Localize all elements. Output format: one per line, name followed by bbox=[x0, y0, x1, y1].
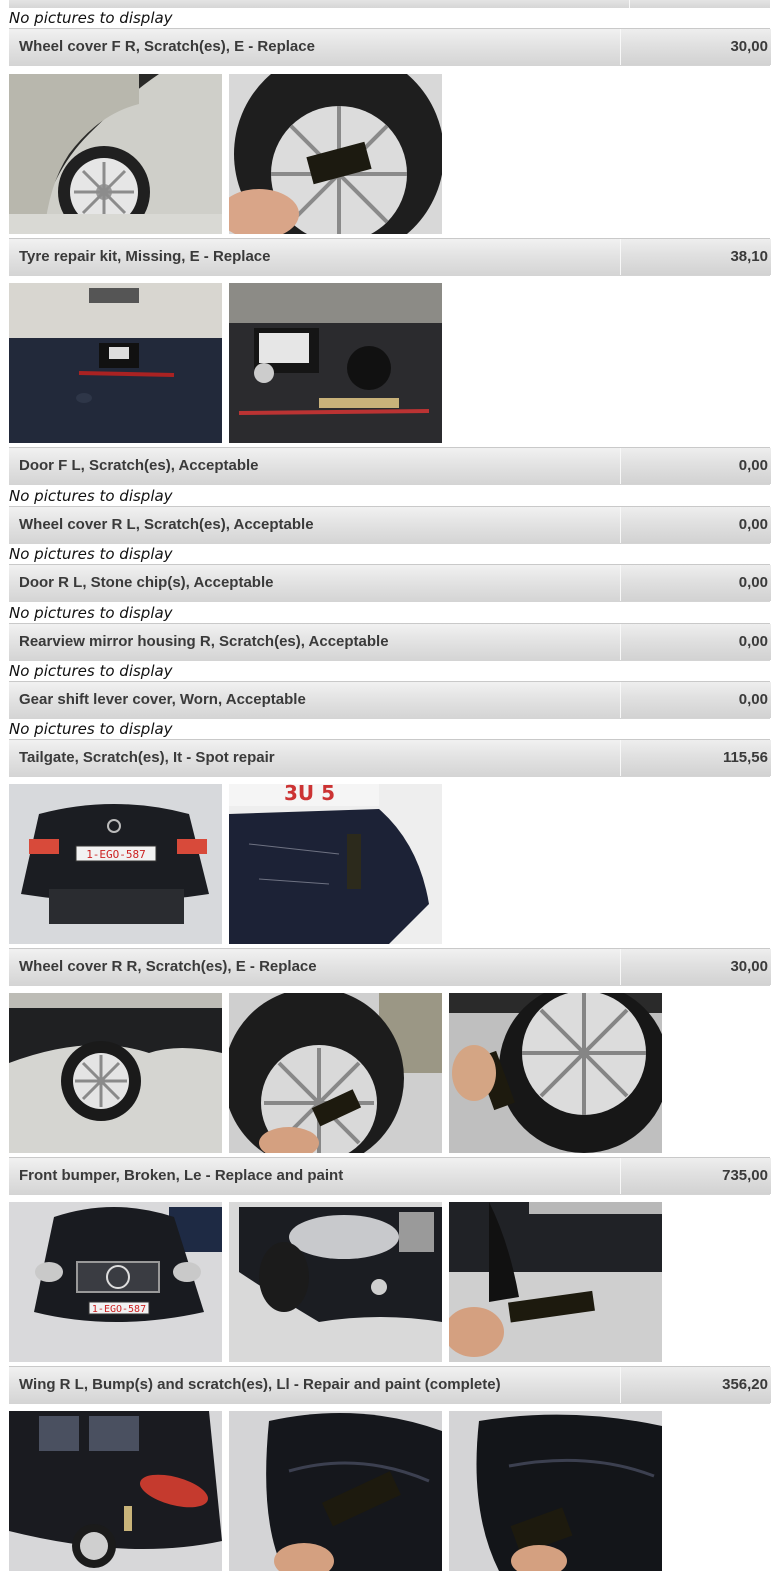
cost-cell: 356,20 bbox=[620, 1367, 771, 1403]
license-plate: 1-EGO-587 bbox=[86, 848, 146, 861]
damage-description: Tailgate, Scratch(es), It - Spot repair bbox=[19, 749, 275, 766]
damage-row[interactable]: Rearview mirror housing R, Scratch(es), … bbox=[9, 623, 771, 661]
previous-row-edge bbox=[9, 0, 770, 8]
tailgate-photo[interactable]: 1-EGO-587 bbox=[9, 784, 222, 944]
damage-cost: 0,00 bbox=[738, 691, 768, 708]
front-bumper-photo[interactable]: 1-EGO-587 bbox=[9, 1202, 222, 1362]
svg-text:3U 5: 3U 5 bbox=[284, 784, 335, 805]
license-plate: 1-EGO-587 bbox=[92, 1304, 146, 1315]
damage-row[interactable]: Wheel cover F R, Scratch(es), E - Replac… bbox=[9, 28, 771, 66]
tailgate-photo[interactable]: 3U 5 bbox=[229, 784, 442, 944]
cost-cell: 0,00 bbox=[620, 624, 771, 660]
wheel-cover-photo[interactable] bbox=[229, 74, 442, 234]
damage-cost: 38,10 bbox=[730, 248, 768, 265]
no-pictures-message: No pictures to display bbox=[9, 720, 173, 738]
damage-row[interactable]: Door F L, Scratch(es), Acceptable 0,00 bbox=[9, 447, 771, 485]
damage-description: Tyre repair kit, Missing, E - Replace bbox=[19, 248, 271, 265]
damage-description: Rearview mirror housing R, Scratch(es), … bbox=[19, 633, 389, 650]
damage-description: Gear shift lever cover, Worn, Acceptable bbox=[19, 691, 306, 708]
damage-row[interactable]: Tailgate, Scratch(es), It - Spot repair … bbox=[9, 739, 771, 777]
wheel-cover-photo[interactable] bbox=[229, 993, 442, 1153]
no-pictures-message: No pictures to display bbox=[9, 487, 173, 505]
damage-cost: 0,00 bbox=[738, 516, 768, 533]
cost-cell: 0,00 bbox=[620, 682, 771, 718]
damage-cost: 356,20 bbox=[722, 1376, 768, 1393]
front-bumper-photo[interactable] bbox=[229, 1202, 442, 1362]
damage-cost: 115,56 bbox=[722, 749, 768, 766]
wheel-cover-photo[interactable] bbox=[449, 993, 662, 1153]
tyre-repair-kit-photo[interactable] bbox=[229, 283, 442, 443]
cost-cell: 735,00 bbox=[620, 1158, 771, 1194]
wing-photo[interactable] bbox=[9, 1411, 222, 1571]
damage-row[interactable]: Tyre repair kit, Missing, E - Replace 38… bbox=[9, 238, 771, 276]
no-pictures-message: No pictures to display bbox=[9, 9, 173, 27]
no-pictures-message: No pictures to display bbox=[9, 604, 173, 622]
no-pictures-message: No pictures to display bbox=[9, 545, 173, 563]
cost-cell: 30,00 bbox=[620, 29, 771, 65]
wing-photo[interactable] bbox=[449, 1411, 662, 1571]
damage-row[interactable]: Wing R L, Bump(s) and scratch(es), Ll - … bbox=[9, 1366, 771, 1404]
damage-cost: 0,00 bbox=[738, 574, 768, 591]
damage-row[interactable]: Door R L, Stone chip(s), Acceptable 0,00 bbox=[9, 564, 771, 602]
damage-description: Wheel cover R R, Scratch(es), E - Replac… bbox=[19, 958, 317, 975]
damage-cost: 0,00 bbox=[738, 633, 768, 650]
tyre-repair-kit-photo[interactable] bbox=[9, 283, 222, 443]
damage-description: Front bumper, Broken, Le - Replace and p… bbox=[19, 1167, 344, 1184]
cost-cell: 0,00 bbox=[620, 448, 771, 484]
damage-description: Wheel cover F R, Scratch(es), E - Replac… bbox=[19, 38, 315, 55]
damage-row[interactable]: Wheel cover R L, Scratch(es), Acceptable… bbox=[9, 506, 771, 544]
damage-row[interactable]: Wheel cover R R, Scratch(es), E - Replac… bbox=[9, 948, 771, 986]
cost-cell: 0,00 bbox=[620, 565, 771, 601]
cost-cell: 38,10 bbox=[620, 239, 771, 275]
damage-description: Door F L, Scratch(es), Acceptable bbox=[19, 457, 259, 474]
damage-description: Wing R L, Bump(s) and scratch(es), Ll - … bbox=[19, 1376, 501, 1393]
wheel-cover-photo[interactable] bbox=[9, 993, 222, 1153]
wing-photo[interactable] bbox=[229, 1411, 442, 1571]
cost-cell: 0,00 bbox=[620, 507, 771, 543]
damage-row[interactable]: Gear shift lever cover, Worn, Acceptable… bbox=[9, 681, 771, 719]
front-bumper-photo[interactable] bbox=[449, 1202, 662, 1362]
no-pictures-message: No pictures to display bbox=[9, 662, 173, 680]
damage-cost: 735,00 bbox=[722, 1167, 768, 1184]
cost-cell: 115,56 bbox=[620, 740, 771, 776]
cost-cell: 30,00 bbox=[620, 949, 771, 985]
damage-cost: 30,00 bbox=[730, 958, 768, 975]
damage-row[interactable]: Front bumper, Broken, Le - Replace and p… bbox=[9, 1157, 771, 1195]
wheel-cover-photo[interactable] bbox=[9, 74, 222, 234]
damage-cost: 30,00 bbox=[730, 38, 768, 55]
damage-description: Wheel cover R L, Scratch(es), Acceptable bbox=[19, 516, 314, 533]
damage-cost: 0,00 bbox=[738, 457, 768, 474]
damage-description: Door R L, Stone chip(s), Acceptable bbox=[19, 574, 274, 591]
